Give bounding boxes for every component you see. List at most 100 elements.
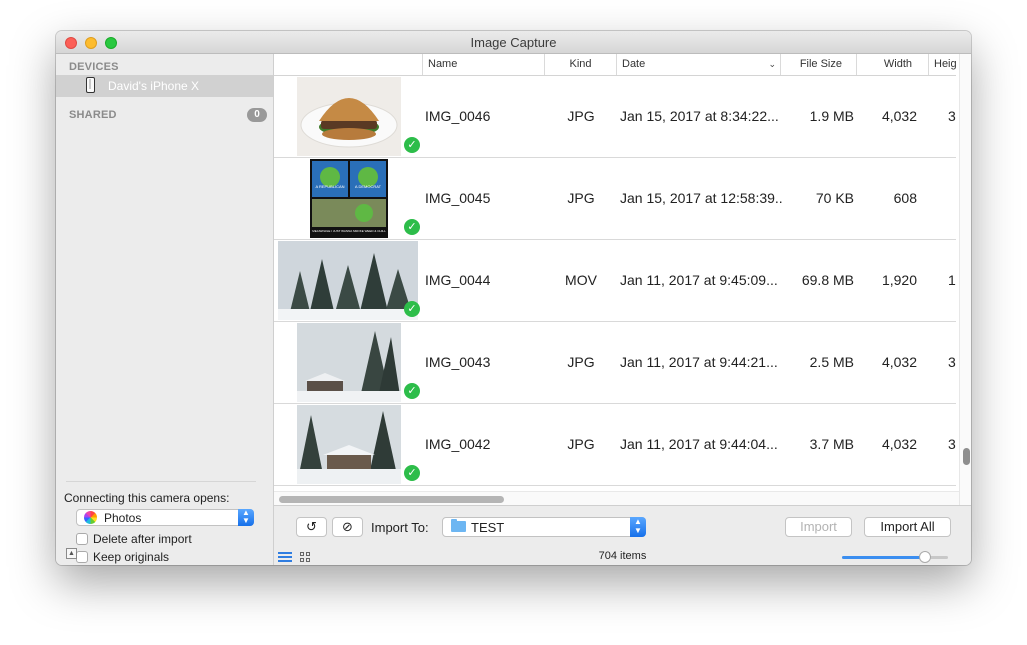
- delete-after-import-label: Delete after import: [93, 532, 192, 546]
- iphone-icon: [86, 77, 95, 93]
- sidebar-item-device[interactable]: David's iPhone X: [56, 75, 273, 97]
- row-date: Jan 11, 2017 at 9:45:09...: [620, 272, 778, 288]
- popup-arrows-icon: ▲ ▼: [630, 517, 646, 537]
- image-capture-window: Image Capture DEVICES David's iPhone X S…: [56, 31, 971, 565]
- column-header-date[interactable]: Date ⌄: [616, 54, 780, 75]
- row-date: Jan 15, 2017 at 8:34:22...: [620, 108, 779, 124]
- row-kind: JPG: [567, 190, 595, 206]
- row-file-size: 1.9 MB: [809, 108, 854, 124]
- row-name: IMG_0046: [425, 108, 491, 124]
- devices-heading: DEVICES: [69, 61, 119, 73]
- table-header: Name Kind Date ⌄ File Size Width Heig: [274, 54, 956, 76]
- row-file-size: 2.5 MB: [809, 354, 854, 370]
- imported-check-icon: ✓: [404, 219, 420, 235]
- row-name: IMG_0045: [425, 190, 491, 206]
- row-kind: JPG: [567, 436, 595, 452]
- sidebar-divider: [66, 481, 256, 482]
- slider-knob[interactable]: [918, 551, 931, 563]
- row-kind: JPG: [567, 108, 595, 124]
- shared-count-badge: 0: [247, 108, 267, 122]
- thumbnail-video: [278, 241, 418, 320]
- import-button[interactable]: Import: [785, 517, 852, 537]
- thumbnail-image: [297, 323, 401, 402]
- table-row[interactable]: ✓ IMG_0044 MOV Jan 11, 2017 at 9:45:09..…: [274, 240, 956, 322]
- expand-sidebar-icon[interactable]: ▲: [66, 548, 77, 559]
- thumbnail-image: [297, 405, 401, 484]
- row-width: 1,920: [881, 272, 917, 288]
- popup-arrows-icon: ▲ ▼: [238, 509, 254, 526]
- meme-caption-left: A REPUBLICAN: [315, 184, 345, 189]
- close-button[interactable]: [65, 37, 77, 49]
- minimize-button[interactable]: [85, 37, 97, 49]
- row-date: Jan 15, 2017 at 12:58:39...: [620, 190, 784, 206]
- table-row[interactable]: A REPUBLICAN A DEMOCRAT MEANWHILE I JUST…: [274, 158, 956, 240]
- row-file-size: 70 KB: [815, 190, 854, 206]
- device-name: David's iPhone X: [108, 79, 200, 93]
- row-name: IMG_0043: [425, 354, 491, 370]
- keep-originals-checkbox[interactable]: [76, 551, 88, 563]
- imported-check-icon: ✓: [404, 383, 420, 399]
- column-header-kind[interactable]: Kind: [544, 54, 616, 75]
- import-to-label: Import To:: [371, 520, 429, 535]
- keep-originals-label: Keep originals: [93, 550, 170, 564]
- thumbnail-image: [297, 77, 401, 156]
- delete-after-import-checkbox[interactable]: [76, 533, 88, 545]
- photos-app-icon: [84, 511, 97, 524]
- table-row[interactable]: ✓ IMG_0043 JPG Jan 11, 2017 at 9:44:21..…: [274, 322, 956, 404]
- rotate-left-button[interactable]: ↺: [296, 517, 327, 537]
- row-name: IMG_0042: [425, 436, 491, 452]
- row-width: 4,032: [881, 354, 917, 370]
- column-header-thumbnail: [274, 54, 422, 75]
- window-title: Image Capture: [470, 35, 557, 50]
- import-destination-value: TEST: [471, 520, 505, 535]
- snowy-cabin-photo: [297, 405, 401, 484]
- folder-icon: [451, 519, 466, 532]
- column-header-width[interactable]: Width: [856, 54, 928, 75]
- column-header-date-label: Date: [622, 58, 646, 70]
- vertical-scroll-thumb[interactable]: [963, 448, 970, 465]
- imported-check-icon: ✓: [404, 301, 420, 317]
- row-date: Jan 11, 2017 at 9:44:21...: [620, 354, 778, 370]
- zoom-button[interactable]: [105, 37, 117, 49]
- vertical-scrollbar[interactable]: [959, 54, 971, 505]
- meme-caption-bottom: MEANWHILE I JUST WANNA SMOKE WEED & CHIL…: [312, 229, 386, 233]
- row-date: Jan 11, 2017 at 9:44:04...: [620, 436, 778, 452]
- meme-caption-right: A DEMOCRAT: [354, 184, 382, 189]
- thumbnail-image: A REPUBLICAN A DEMOCRAT MEANWHILE I JUST…: [310, 159, 388, 238]
- delete-button[interactable]: ⊘: [332, 517, 363, 537]
- slider-fill: [842, 556, 925, 559]
- camera-opens-popup[interactable]: Photos ▲ ▼: [76, 509, 254, 526]
- row-file-size: 3.7 MB: [809, 436, 854, 452]
- imported-check-icon: ✓: [404, 137, 420, 153]
- meme-image: [310, 159, 388, 238]
- row-width: 4,032: [881, 436, 917, 452]
- row-name: IMG_0044: [425, 272, 491, 288]
- camera-opens-value: Photos: [104, 511, 142, 525]
- import-all-button[interactable]: Import All: [864, 517, 951, 537]
- burger-photo: [297, 77, 401, 156]
- import-destination-popup[interactable]: TEST ▲ ▼: [442, 517, 646, 537]
- thumbnail-size-slider[interactable]: [842, 551, 948, 563]
- row-kind: JPG: [567, 354, 595, 370]
- row-kind: MOV: [565, 272, 597, 288]
- imported-check-icon: ✓: [404, 465, 420, 481]
- snowy-house-photo: [297, 323, 401, 402]
- row-width: 608: [893, 190, 917, 206]
- sidebar: DEVICES David's iPhone X SHARED 0 Connec…: [56, 54, 274, 565]
- horizontal-scrollbar[interactable]: [274, 491, 959, 505]
- title-bar: Image Capture: [56, 31, 971, 54]
- snowy-trees-photo: [278, 241, 418, 320]
- row-file-size: 69.8 MB: [801, 272, 854, 288]
- import-toolbar: ↺ ⊘ Import To: TEST ▲ ▼ Import Import All…: [274, 505, 971, 565]
- column-header-height[interactable]: Heig: [928, 54, 956, 75]
- camera-opens-label: Connecting this camera opens:: [64, 491, 230, 505]
- row-width: 4,032: [881, 108, 917, 124]
- table-row[interactable]: ✓ IMG_0042 JPG Jan 11, 2017 at 9:44:04..…: [274, 404, 956, 486]
- horizontal-scroll-thumb[interactable]: [279, 496, 504, 503]
- sort-descending-icon: ⌄: [768, 59, 776, 69]
- table-row[interactable]: ✓ IMG_0046 JPG Jan 15, 2017 at 8:34:22..…: [274, 76, 956, 158]
- shared-heading[interactable]: SHARED: [69, 109, 117, 121]
- column-header-file-size[interactable]: File Size: [780, 54, 856, 75]
- column-header-name[interactable]: Name: [422, 54, 544, 75]
- image-list: Name Kind Date ⌄ File Size Width Heig ✓ …: [274, 54, 971, 505]
